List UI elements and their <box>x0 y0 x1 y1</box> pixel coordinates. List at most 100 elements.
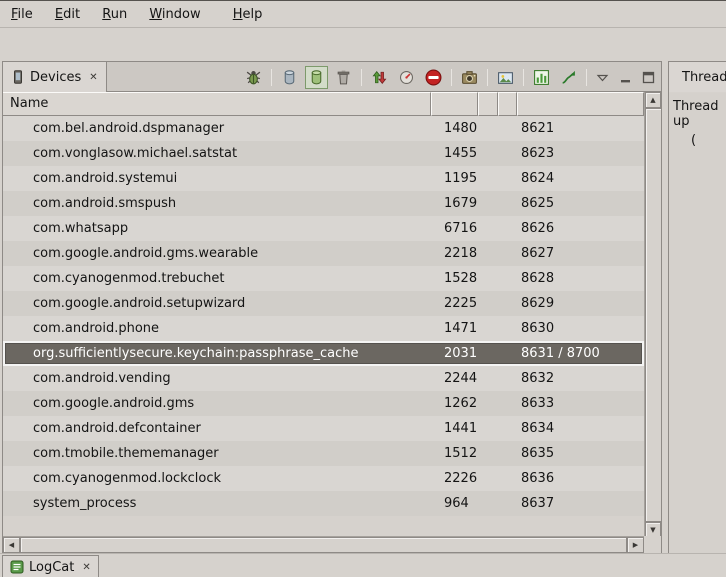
empty-cell <box>498 216 517 241</box>
table-row[interactable]: org.sufficientlysecure.keychain:passphra… <box>3 341 644 366</box>
process-port: 8628 <box>517 266 644 291</box>
update-threads-button[interactable] <box>368 66 391 89</box>
menu-help[interactable]: Help <box>224 2 272 27</box>
start-tracing-button[interactable] <box>557 66 580 89</box>
method-profiling-icon <box>398 69 415 86</box>
column-header-2[interactable] <box>478 92 498 116</box>
table-row[interactable]: com.google.android.setupwizard 22250 862… <box>3 291 644 316</box>
start-method-profiling-button[interactable] <box>395 66 418 89</box>
stop-process-button[interactable] <box>422 66 445 89</box>
devices-panel: Devices ✕ <box>2 61 662 554</box>
capture-image-button[interactable] <box>494 66 517 89</box>
table-row[interactable]: com.cyanogenmod.trebuchet 1528 8628 <box>3 266 644 291</box>
process-name: com.android.systemui <box>3 166 431 191</box>
table-row[interactable]: com.android.systemui 1195 8624 <box>3 166 644 191</box>
empty-cell <box>478 466 498 491</box>
scroll-left-button[interactable]: ◀ <box>3 537 20 553</box>
empty-cell <box>498 116 517 141</box>
process-port: 8624 <box>517 166 644 191</box>
toolbar-separator <box>487 69 488 86</box>
empty-cell <box>478 316 498 341</box>
table-row[interactable]: com.android.phone 1471 8630 <box>3 316 644 341</box>
process-name: com.cyanogenmod.lockclock <box>3 466 431 491</box>
minimize-icon <box>618 70 633 85</box>
menubar: File Edit Run Window Help <box>0 2 726 28</box>
table-row[interactable]: com.bel.android.dspmanager 1480 8621 <box>3 116 644 141</box>
screen-capture-button[interactable] <box>458 66 481 89</box>
process-name: com.whatsapp <box>3 216 431 241</box>
column-header-3[interactable] <box>498 92 517 116</box>
bottom-tabbar: LogCat ✕ <box>0 553 726 577</box>
horizontal-scrollbar[interactable]: ◀ ▶ <box>3 536 644 553</box>
process-pid: 20311 <box>431 341 478 366</box>
scroll-up-button[interactable]: ▲ <box>645 92 661 108</box>
empty-cell <box>478 116 498 141</box>
process-name: system_process <box>3 491 431 516</box>
menu-edit[interactable]: Edit <box>46 2 89 27</box>
process-name: com.android.phone <box>3 316 431 341</box>
horizontal-scrollbar-thumb[interactable] <box>20 537 627 553</box>
process-pid: 1528 <box>431 266 478 291</box>
menu-run[interactable]: Run <box>93 2 136 27</box>
dump-hprof-button[interactable] <box>278 66 301 89</box>
maximize-icon <box>641 70 656 85</box>
table-row[interactable]: com.vonglasow.michael.satstat 14553 8623 <box>3 141 644 166</box>
empty-cell <box>478 266 498 291</box>
threads-panel: Threads Thread up ( <box>668 61 726 554</box>
scroll-right-button[interactable]: ▶ <box>627 537 644 553</box>
picture-icon <box>497 69 514 86</box>
process-pid: 22265 <box>431 466 478 491</box>
process-name: com.android.vending <box>3 366 431 391</box>
stop-icon <box>425 69 442 86</box>
process-port: 8630 <box>517 316 644 341</box>
menu-window[interactable]: Window <box>140 2 209 27</box>
menu-file[interactable]: File <box>2 2 42 27</box>
device-table-body: com.bel.android.dspmanager 1480 8621 com… <box>3 116 644 516</box>
view-menu-button[interactable] <box>593 68 612 87</box>
empty-cell <box>478 391 498 416</box>
close-icon[interactable]: ✕ <box>89 72 97 83</box>
debug-process-button[interactable] <box>242 66 265 89</box>
start-systrace-button[interactable] <box>530 66 553 89</box>
table-row[interactable]: com.android.smspush 1679 8625 <box>3 191 644 216</box>
empty-cell <box>498 416 517 441</box>
ddms-window: File Edit Run Window Help Devices ✕ <box>0 0 726 577</box>
vertical-scrollbar-thumb[interactable] <box>645 108 662 522</box>
close-icon[interactable]: ✕ <box>82 562 90 573</box>
update-heap-button[interactable] <box>305 66 328 89</box>
empty-cell <box>478 241 498 266</box>
green-chart-icon <box>533 69 550 86</box>
vertical-scrollbar[interactable]: ▲ ▼ <box>644 92 661 538</box>
column-header-name[interactable]: Name <box>3 92 431 116</box>
logcat-icon <box>10 560 24 574</box>
toolbar-strip <box>0 28 726 61</box>
process-pid: 22185 <box>431 241 478 266</box>
column-header-port[interactable] <box>517 92 644 116</box>
empty-cell <box>478 191 498 216</box>
table-row[interactable]: system_process 964 8637 <box>3 491 644 516</box>
table-row[interactable]: com.google.android.gms 12623 8633 <box>3 391 644 416</box>
table-row[interactable]: com.cyanogenmod.lockclock 22265 8636 <box>3 466 644 491</box>
tab-threads-label: Threads <box>682 70 726 85</box>
process-name: com.google.android.setupwizard <box>3 291 431 316</box>
table-row[interactable]: com.google.android.gms.wearable 22185 86… <box>3 241 644 266</box>
column-header-pid[interactable] <box>431 92 478 116</box>
cause-gc-button[interactable] <box>332 66 355 89</box>
toolbar-separator <box>361 69 362 86</box>
process-name: com.google.android.gms <box>3 391 431 416</box>
empty-cell <box>498 466 517 491</box>
tab-logcat-label: LogCat <box>29 560 74 575</box>
maximize-button[interactable] <box>639 68 658 87</box>
process-pid: 14411 <box>431 416 478 441</box>
empty-cell <box>498 266 517 291</box>
process-name: com.android.smspush <box>3 191 431 216</box>
table-row[interactable]: com.android.vending 22440 8632 <box>3 366 644 391</box>
table-row[interactable]: com.tmobile.thememanager 1512 8635 <box>3 441 644 466</box>
minimize-button[interactable] <box>616 68 635 87</box>
table-row[interactable]: com.android.defcontainer 14411 8634 <box>3 416 644 441</box>
tab-devices[interactable]: Devices ✕ <box>3 62 107 92</box>
process-port: 8625 <box>517 191 644 216</box>
tab-logcat[interactable]: LogCat ✕ <box>2 555 99 577</box>
tab-threads[interactable]: Threads <box>669 62 726 92</box>
table-row[interactable]: com.whatsapp 6716 8626 <box>3 216 644 241</box>
